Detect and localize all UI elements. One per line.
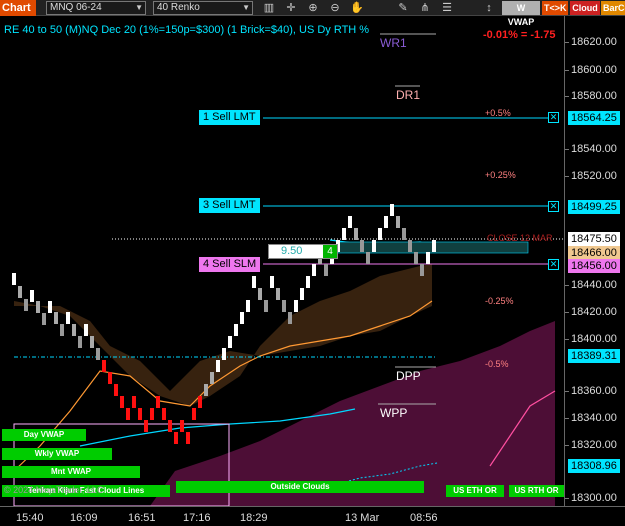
- price-tick: 18440.00: [565, 279, 617, 291]
- price-tick: 18620.00: [565, 36, 617, 48]
- close-label: CLOSE 12 MAR: [487, 233, 553, 243]
- avg-price-label: 18466.00: [568, 246, 620, 260]
- mnt-vwap-button[interactable]: Mnt VWAP: [2, 466, 140, 478]
- time-tick: 16:51: [128, 512, 156, 524]
- bar-type-value: 40 Renko: [157, 2, 200, 13]
- time-tick: 17:16: [183, 512, 211, 524]
- day-vwap-button[interactable]: Day VWAP: [2, 429, 86, 441]
- outer-cloud: [150, 321, 555, 506]
- ticket-qty: 9.50: [281, 245, 303, 257]
- cancel-order-3-icon[interactable]: ✕: [548, 201, 559, 212]
- outside-clouds-button[interactable]: Outside Clouds: [176, 481, 424, 493]
- barcol-button[interactable]: BarCol: [601, 1, 625, 15]
- net-change: -0.01% = -1.75: [483, 29, 556, 41]
- price-tick: 18360.00: [565, 385, 617, 397]
- order-price-3: 18499.25: [568, 200, 620, 214]
- price-tick: 18340.00: [565, 412, 617, 424]
- price-tick: 18540.00: [565, 143, 617, 155]
- time-tick: 15:40: [16, 512, 44, 524]
- us-eth-or-button[interactable]: US ETH OR: [446, 485, 504, 497]
- wkly-vwap-button[interactable]: Wkly VWAP: [2, 448, 112, 460]
- price-axis[interactable]: 18620.00 18600.00 18580.00 18540.00 1852…: [564, 16, 625, 506]
- wpp-label: WPP: [380, 406, 408, 420]
- instrument-value: MNQ 06-24: [50, 2, 102, 13]
- order-tag-sell-lmt-1[interactable]: 1 Sell LMT: [199, 110, 260, 125]
- price-tick: 18300.00: [565, 492, 617, 504]
- cloud-button[interactable]: Cloud: [570, 1, 600, 15]
- price-tick: 18400.00: [565, 333, 617, 345]
- ticket-count: 4: [323, 245, 337, 258]
- chart-panel[interactable]: RE 40 to 50 (M)NQ Dec 20 (1%=150p=$300) …: [0, 16, 625, 506]
- order-tag-sell-lmt-3[interactable]: 3 Sell LMT: [199, 198, 260, 213]
- chart-tab[interactable]: Chart: [0, 0, 36, 16]
- lower-price-label: 18308.96: [568, 459, 620, 473]
- zoom-in-icon[interactable]: ⊕: [306, 1, 320, 15]
- draw-icon[interactable]: ✎: [396, 1, 410, 15]
- time-tick: 13 Mar: [345, 512, 380, 524]
- time-tick: 16:09: [70, 512, 98, 524]
- pct-minus-025: -0.25%: [485, 296, 514, 306]
- bar-type-selector[interactable]: 40 Renko ▼: [153, 1, 253, 15]
- wr1-label: WR1: [380, 36, 407, 50]
- pointer-icon[interactable]: ✋: [350, 1, 364, 15]
- cancel-order-1-icon[interactable]: ✕: [548, 112, 559, 123]
- arrow-icon[interactable]: ↕: [482, 1, 496, 15]
- dr1-label: DR1: [396, 88, 421, 102]
- properties-icon[interactable]: ☰: [440, 1, 454, 15]
- w-vwap-button[interactable]: W VWAP: [502, 1, 540, 27]
- zoom-out-icon[interactable]: ⊖: [328, 1, 342, 15]
- chevron-down-icon: ▼: [135, 3, 143, 12]
- dpp-label: DPP: [396, 369, 421, 383]
- tk-button[interactable]: T<>K: [542, 1, 568, 15]
- order-ticket[interactable]: 9.50 4: [268, 244, 338, 259]
- magnet-icon[interactable]: ⋔: [418, 1, 432, 15]
- pct-minus-05: -0.5%: [485, 359, 509, 369]
- price-tick: 18580.00: [565, 90, 617, 102]
- time-tick: 18:29: [240, 512, 268, 524]
- pct-plus-025: +0.25%: [485, 170, 516, 180]
- top-toolbar: Chart MNQ 06-24 ▼ 40 Renko ▼ ▥ ✛ ⊕ ⊖ ✋ ✎…: [0, 0, 625, 27]
- order-price-4: 18456.00: [568, 259, 620, 273]
- us-rth-or-button[interactable]: US RTH OR: [509, 485, 564, 497]
- price-tick: 18320.00: [565, 439, 617, 451]
- price-tick: 18520.00: [565, 170, 617, 182]
- order-price-1: 18564.25: [568, 111, 620, 125]
- crosshair-icon[interactable]: ✛: [284, 1, 298, 15]
- chevron-down-icon: ▼: [242, 3, 250, 12]
- pct-plus-05: +0.5%: [485, 108, 511, 118]
- last-price-label: 18475.50: [568, 232, 620, 246]
- time-axis[interactable]: 15:40 16:09 16:51 17:16 18:29 13 Mar 08:…: [0, 506, 625, 526]
- copyright-text: © 2024 NinjaTrader, LLC: [4, 485, 104, 495]
- cancel-order-4-icon[interactable]: ✕: [548, 259, 559, 270]
- price-tick: 18420.00: [565, 306, 617, 318]
- bars-icon[interactable]: ▥: [262, 1, 276, 15]
- time-tick: 08:56: [410, 512, 438, 524]
- vwap-price-label: 18389.31: [568, 349, 620, 363]
- price-tick: 18600.00: [565, 64, 617, 76]
- chart-title: RE 40 to 50 (M)NQ Dec 20 (1%=150p=$300) …: [4, 24, 370, 36]
- order-tag-sell-slm-4[interactable]: 4 Sell SLM: [199, 257, 261, 272]
- inner-cloud: [14, 264, 432, 406]
- instrument-selector[interactable]: MNQ 06-24 ▼: [46, 1, 146, 15]
